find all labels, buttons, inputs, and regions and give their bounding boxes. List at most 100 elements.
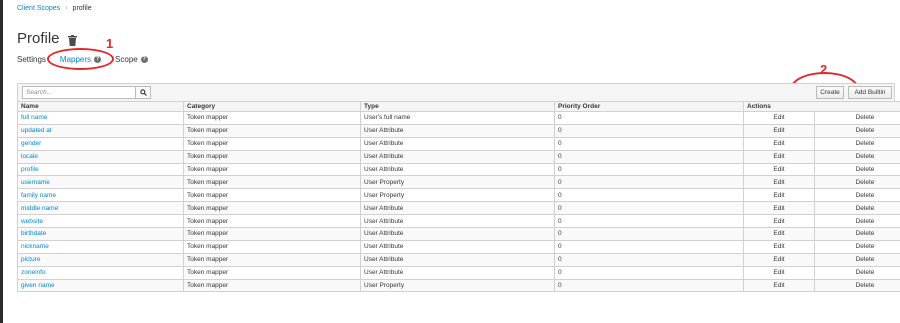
delete-button[interactable]: Delete xyxy=(814,149,900,164)
mapper-priority-cell: 0 xyxy=(554,252,744,267)
edit-button[interactable]: Edit xyxy=(743,201,815,216)
breadcrumb-current: profile xyxy=(72,5,92,12)
table-row: profile Token mapper User Attribute 0 Edit De… xyxy=(17,162,900,177)
edit-button[interactable]: Edit xyxy=(743,123,815,138)
table-row: updated at Token mapper User Attribute 0 Edi… xyxy=(17,123,900,138)
mapper-name-link[interactable]: middle name xyxy=(17,201,184,216)
delete-button[interactable]: Delete xyxy=(814,227,900,241)
mapper-type-cell: User's full name xyxy=(360,111,555,125)
edit-button[interactable]: Edit xyxy=(743,252,815,267)
mapper-name-link[interactable]: website xyxy=(17,214,184,229)
mapper-type-cell: User Attribute xyxy=(360,201,555,216)
mapper-type-cell: User Attribute xyxy=(360,252,555,267)
mapper-category-cell: Token mapper xyxy=(183,214,361,229)
mapper-type-cell: User Attribute xyxy=(360,149,555,164)
mapper-priority-cell: 0 xyxy=(554,278,744,293)
mapper-priority-cell: 0 xyxy=(554,162,744,177)
mapper-priority-cell: 0 xyxy=(554,188,744,203)
mapper-priority-cell: 0 xyxy=(554,214,744,229)
delete-button[interactable]: Delete xyxy=(814,201,900,216)
mapper-priority-cell: 0 xyxy=(554,265,744,280)
create-button[interactable]: Create xyxy=(816,86,844,99)
trash-icon[interactable] xyxy=(67,33,77,46)
mapper-type-cell: User Attribute xyxy=(360,136,555,151)
mapper-name-link[interactable]: full name xyxy=(17,111,184,125)
delete-button[interactable]: Delete xyxy=(814,214,900,229)
mapper-type-cell: User Property xyxy=(360,175,555,190)
delete-button[interactable]: Delete xyxy=(814,278,900,293)
mapper-name-link[interactable]: given name xyxy=(17,278,184,293)
mapper-type-cell: User Attribute xyxy=(360,214,555,229)
edit-button[interactable]: Edit xyxy=(743,136,815,151)
edit-button[interactable]: Edit xyxy=(743,265,815,280)
mapper-name-link[interactable]: locale xyxy=(17,149,184,164)
mapper-priority-cell: 0 xyxy=(554,136,744,151)
edit-button[interactable]: Edit xyxy=(743,149,815,164)
delete-button[interactable]: Delete xyxy=(814,188,900,203)
mapper-type-cell: User Attribute xyxy=(360,162,555,177)
mapper-type-cell: User Attribute xyxy=(360,239,555,254)
mapper-name-link[interactable]: picture xyxy=(17,252,184,267)
help-icon: ? xyxy=(140,56,148,63)
delete-button[interactable]: Delete xyxy=(814,136,900,151)
edit-button[interactable]: Edit xyxy=(743,227,815,241)
edit-button[interactable]: Edit xyxy=(743,175,815,190)
table-row: locale Token mapper User Attribute 0 Edit Del… xyxy=(17,149,900,164)
edit-button[interactable]: Edit xyxy=(743,239,815,254)
table-row: username Token mapper User Property 0 Edit De… xyxy=(17,175,900,190)
mapper-category-cell: Token mapper xyxy=(183,227,361,241)
mapper-category-cell: Token mapper xyxy=(183,278,361,293)
tab-settings-label: Settings xyxy=(17,55,46,64)
search-input[interactable] xyxy=(23,87,135,98)
mapper-type-cell: User Attribute xyxy=(360,227,555,241)
edit-button[interactable]: Edit xyxy=(743,278,815,293)
column-header-name[interactable]: Name xyxy=(17,101,184,112)
delete-button[interactable]: Delete xyxy=(814,252,900,267)
breadcrumb-client-scopes-link[interactable]: Client Scopes xyxy=(17,5,60,12)
mapper-name-link[interactable]: nickname xyxy=(17,239,184,254)
table-row: birthdate Token mapper User Attribute 0 Edit… xyxy=(17,227,900,241)
mapper-category-cell: Token mapper xyxy=(183,252,361,267)
search-box xyxy=(22,86,151,99)
mapper-priority-cell: 0 xyxy=(554,239,744,254)
edit-button[interactable]: Edit xyxy=(743,111,815,125)
column-header-priority[interactable]: Priority Order xyxy=(554,101,744,112)
mapper-name-link[interactable]: updated at xyxy=(17,123,184,138)
mapper-name-link[interactable]: birthdate xyxy=(17,227,184,241)
delete-button[interactable]: Delete xyxy=(814,239,900,254)
table-row: picture Token mapper User Attribute 0 Edit De… xyxy=(17,252,900,267)
delete-button[interactable]: Delete xyxy=(814,111,900,125)
column-header-type[interactable]: Type xyxy=(360,101,555,112)
add-builtin-button[interactable]: Add Builtin xyxy=(848,86,892,99)
table-row: nickname Token mapper User Attribute 0 Edit D… xyxy=(17,239,900,254)
mapper-category-cell: Token mapper xyxy=(183,265,361,280)
column-header-category[interactable]: Category xyxy=(183,101,361,112)
mapper-name-link[interactable]: gender xyxy=(17,136,184,151)
delete-button[interactable]: Delete xyxy=(814,175,900,190)
mapper-category-cell: Token mapper xyxy=(183,175,361,190)
table-toolbar: Create Add Builtin xyxy=(17,83,895,101)
tab-scope[interactable]: Scope ? xyxy=(115,55,148,64)
mapper-name-link[interactable]: family name xyxy=(17,188,184,203)
search-button[interactable] xyxy=(135,87,150,98)
mapper-name-link[interactable]: zoneinfo xyxy=(17,265,184,280)
edit-button[interactable]: Edit xyxy=(743,214,815,229)
tab-settings[interactable]: Settings xyxy=(17,55,46,64)
table-row: gender Token mapper User Attribute 0 Edit Del… xyxy=(17,136,900,151)
mappers-table: Name Category Type Priority Order Action… xyxy=(17,101,900,293)
delete-button[interactable]: Delete xyxy=(814,265,900,280)
mapper-name-link[interactable]: username xyxy=(17,175,184,190)
mapper-priority-cell: 0 xyxy=(554,123,744,138)
edit-button[interactable]: Edit xyxy=(743,188,815,203)
delete-button[interactable]: Delete xyxy=(814,162,900,177)
mapper-type-cell: User Attribute xyxy=(360,265,555,280)
title-row: Profile xyxy=(17,30,77,47)
breadcrumb: Client Scopes › profile xyxy=(17,5,92,12)
table-row: zoneinfo Token mapper User Attribute 0 Edit D… xyxy=(17,265,900,280)
delete-button[interactable]: Delete xyxy=(814,123,900,138)
breadcrumb-separator: › xyxy=(65,5,68,12)
table-row: family name Token mapper User Property 0 Edi… xyxy=(17,188,900,203)
table-row: full name Token mapper User's full name 0 Ed… xyxy=(17,111,900,125)
mapper-name-link[interactable]: profile xyxy=(17,162,184,177)
edit-button[interactable]: Edit xyxy=(743,162,815,177)
